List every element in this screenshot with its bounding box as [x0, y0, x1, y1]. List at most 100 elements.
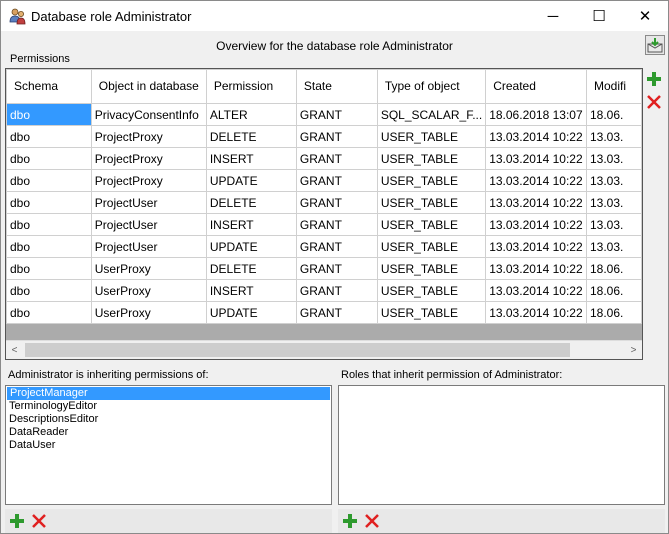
cell-object[interactable]: UserProxy — [90, 257, 207, 280]
cell-permission[interactable]: DELETE — [205, 257, 297, 280]
cell-state[interactable]: GRANT — [295, 125, 378, 148]
cell-created[interactable]: 13.03.2014 10:22 — [485, 213, 587, 236]
cell-object[interactable]: UserProxy — [90, 301, 207, 324]
cell-created[interactable]: 13.03.2014 10:22 — [485, 125, 587, 148]
cell-created[interactable]: 13.03.2014 10:22 — [485, 279, 587, 302]
table-row[interactable]: dbo ProjectProxy UPDATE GRANT USER_TABLE 13.0… — [6, 169, 642, 192]
cell-state[interactable]: GRANT — [295, 103, 378, 126]
table-row[interactable]: dbo ProjectProxy DELETE GRANT USER_TABLE 13.0… — [6, 125, 642, 148]
cell-schema[interactable]: dbo — [6, 191, 92, 214]
table-row[interactable]: dbo ProjectProxy INSERT GRANT USER_TABLE 13.0… — [6, 147, 642, 170]
add-permission-button[interactable] — [646, 71, 662, 87]
cell-object[interactable]: ProjectProxy — [90, 169, 207, 192]
column-header-state[interactable]: State — [295, 69, 378, 104]
cell-type[interactable]: USER_TABLE — [376, 279, 487, 302]
cell-state[interactable]: GRANT — [295, 257, 378, 280]
cell-modified[interactable]: 13.03. — [585, 191, 642, 214]
column-header-object[interactable]: Object in database — [90, 69, 207, 104]
cell-schema[interactable]: dbo — [6, 125, 92, 148]
cell-created[interactable]: 18.06.2018 13:07 — [485, 103, 587, 126]
cell-schema[interactable]: dbo — [6, 235, 92, 258]
cell-type[interactable]: USER_TABLE — [376, 213, 487, 236]
cell-permission[interactable]: ALTER — [205, 103, 297, 126]
cell-state[interactable]: GRANT — [295, 279, 378, 302]
cell-created[interactable]: 13.03.2014 10:22 — [485, 235, 587, 258]
cell-modified[interactable]: 18.06. — [585, 301, 642, 324]
cell-type[interactable]: USER_TABLE — [376, 235, 487, 258]
cell-permission[interactable]: INSERT — [205, 147, 297, 170]
cell-permission[interactable]: UPDATE — [205, 301, 297, 324]
cell-created[interactable]: 13.03.2014 10:22 — [485, 169, 587, 192]
horizontal-scrollbar[interactable]: < > — [6, 340, 642, 359]
cell-modified[interactable]: 18.06. — [585, 279, 642, 302]
close-button[interactable]: ✕ — [622, 1, 668, 31]
cell-state[interactable]: GRANT — [295, 301, 378, 324]
column-header-modified[interactable]: Modifi — [585, 69, 642, 104]
export-button[interactable] — [645, 35, 665, 55]
list-item[interactable]: DataUser — [6, 439, 331, 452]
cell-permission[interactable]: UPDATE — [205, 169, 297, 192]
column-header-permission[interactable]: Permission — [205, 69, 297, 104]
cell-object[interactable]: ProjectUser — [90, 213, 207, 236]
table-row[interactable]: dbo ProjectUser UPDATE GRANT USER_TABLE 13.03… — [6, 235, 642, 258]
cell-schema[interactable]: dbo — [6, 257, 92, 280]
cell-object[interactable]: ProjectUser — [90, 235, 207, 258]
cell-created[interactable]: 13.03.2014 10:22 — [485, 301, 587, 324]
table-row[interactable]: dbo UserProxy INSERT GRANT USER_TABLE 13.03.2… — [6, 279, 642, 302]
cell-modified[interactable]: 18.06. — [585, 103, 642, 126]
add-inheriting-role-button[interactable] — [342, 513, 358, 529]
remove-inheriting-role-button[interactable] — [364, 513, 380, 529]
inheriting-roles-list[interactable]: ProjectManager TerminologyEditor Descripti… — [5, 385, 332, 505]
cell-schema[interactable]: dbo — [6, 213, 92, 236]
cell-modified[interactable]: 13.03. — [585, 147, 642, 170]
cell-permission[interactable]: UPDATE — [205, 235, 297, 258]
list-item[interactable]: DataReader — [6, 426, 331, 439]
table-row[interactable]: dbo ProjectUser INSERT GRANT USER_TABLE 13.03… — [6, 213, 642, 236]
cell-object[interactable]: UserProxy — [90, 279, 207, 302]
cell-created[interactable]: 13.03.2014 10:22 — [485, 191, 587, 214]
table-row[interactable]: dbo UserProxy DELETE GRANT USER_TABLE 13.03.2… — [6, 257, 642, 280]
cell-modified[interactable]: 13.03. — [585, 235, 642, 258]
cell-modified[interactable]: 13.03. — [585, 125, 642, 148]
cell-created[interactable]: 13.03.2014 10:22 — [485, 257, 587, 280]
table-row[interactable]: dbo UserProxy UPDATE GRANT USER_TABLE 13.03.2… — [6, 301, 642, 324]
cell-schema[interactable]: dbo — [6, 103, 92, 126]
cell-created[interactable]: 13.03.2014 10:22 — [485, 147, 587, 170]
cell-schema[interactable]: dbo — [6, 169, 92, 192]
cell-type[interactable]: USER_TABLE — [376, 257, 487, 280]
inheriting-by-roles-list[interactable] — [338, 385, 665, 505]
remove-inherited-role-button[interactable] — [31, 513, 47, 529]
cell-object[interactable]: ProjectProxy — [90, 147, 207, 170]
remove-permission-button[interactable] — [646, 94, 662, 110]
cell-type[interactable]: USER_TABLE — [376, 147, 487, 170]
cell-permission[interactable]: DELETE — [205, 125, 297, 148]
column-header-schema[interactable]: Schema — [6, 69, 92, 104]
cell-object[interactable]: ProjectUser — [90, 191, 207, 214]
cell-type[interactable]: USER_TABLE — [376, 191, 487, 214]
cell-object[interactable]: PrivacyConsentInfo — [90, 103, 207, 126]
cell-type[interactable]: USER_TABLE — [376, 301, 487, 324]
cell-schema[interactable]: dbo — [6, 279, 92, 302]
cell-state[interactable]: GRANT — [295, 147, 378, 170]
cell-modified[interactable]: 13.03. — [585, 213, 642, 236]
cell-type[interactable]: SQL_SCALAR_F... — [376, 103, 487, 126]
maximize-button[interactable]: ☐ — [576, 1, 622, 31]
cell-type[interactable]: USER_TABLE — [376, 125, 487, 148]
scroll-right-button[interactable]: > — [625, 341, 642, 359]
column-header-created[interactable]: Created — [485, 69, 587, 104]
cell-schema[interactable]: dbo — [6, 147, 92, 170]
cell-state[interactable]: GRANT — [295, 213, 378, 236]
cell-state[interactable]: GRANT — [295, 235, 378, 258]
minimize-button[interactable]: ─ — [530, 1, 576, 31]
cell-permission[interactable]: INSERT — [205, 213, 297, 236]
list-item[interactable]: TerminologyEditor — [6, 400, 331, 413]
scroll-thumb[interactable] — [25, 343, 570, 357]
cell-type[interactable]: USER_TABLE — [376, 169, 487, 192]
cell-modified[interactable]: 18.06. — [585, 257, 642, 280]
table-row[interactable]: dbo ProjectUser DELETE GRANT USER_TABLE 13.03… — [6, 191, 642, 214]
add-inherited-role-button[interactable] — [9, 513, 25, 529]
cell-permission[interactable]: DELETE — [205, 191, 297, 214]
cell-permission[interactable]: INSERT — [205, 279, 297, 302]
title-bar[interactable]: Database role Administrator ─ ☐ ✕ — [1, 1, 668, 31]
column-header-type[interactable]: Type of object — [376, 69, 487, 104]
